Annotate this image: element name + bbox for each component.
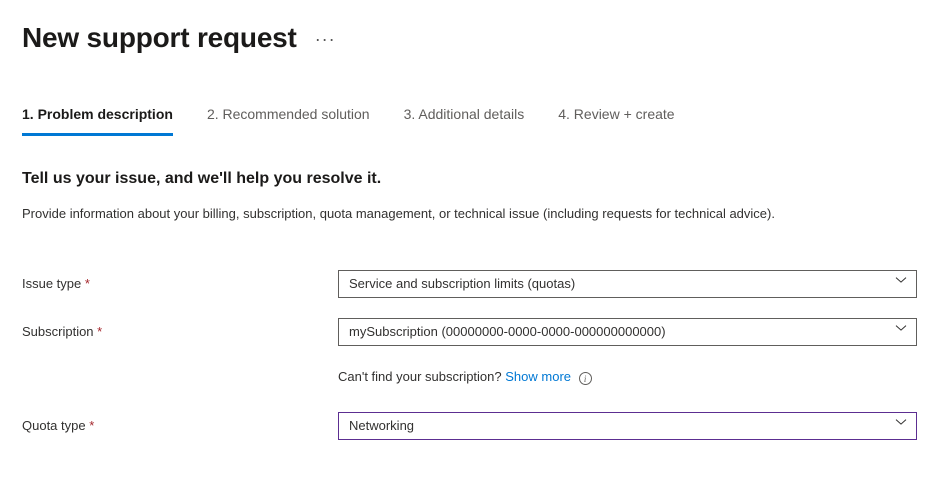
issue-type-value: Service and subscription limits (quotas)	[349, 275, 575, 293]
chevron-down-icon	[895, 321, 907, 339]
section-description: Provide information about your billing, …	[22, 204, 917, 224]
subscription-value: mySubscription (00000000-0000-0000-00000…	[349, 323, 666, 341]
more-actions-button[interactable]: ···	[315, 27, 336, 52]
subscription-hint: Can't find your subscription? Show more …	[338, 368, 917, 386]
tab-review-create[interactable]: 4. Review + create	[558, 105, 674, 136]
page-title: New support request	[22, 18, 297, 57]
section-heading: Tell us your issue, and we'll help you r…	[22, 168, 917, 190]
quota-type-label: Quota type *	[22, 412, 338, 435]
show-more-link[interactable]: Show more	[505, 369, 571, 384]
tab-bar: 1. Problem description 2. Recommended so…	[22, 105, 917, 136]
tab-recommended-solution[interactable]: 2. Recommended solution	[207, 105, 370, 136]
hint-text: Can't find your subscription?	[338, 369, 505, 384]
label-text: Subscription	[22, 324, 94, 339]
required-marker: *	[86, 418, 95, 433]
quota-type-value: Networking	[349, 417, 414, 435]
subscription-label: Subscription *	[22, 318, 338, 341]
required-marker: *	[94, 324, 103, 339]
issue-type-select[interactable]: Service and subscription limits (quotas)	[338, 270, 917, 298]
chevron-down-icon	[895, 415, 907, 433]
label-text: Quota type	[22, 418, 86, 433]
chevron-down-icon	[895, 273, 907, 291]
label-text: Issue type	[22, 276, 81, 291]
quota-type-select[interactable]: Networking	[338, 412, 917, 440]
tab-additional-details[interactable]: 3. Additional details	[404, 105, 525, 136]
info-icon[interactable]: i	[579, 372, 592, 385]
subscription-select[interactable]: mySubscription (00000000-0000-0000-00000…	[338, 318, 917, 346]
required-marker: *	[81, 276, 90, 291]
tab-problem-description[interactable]: 1. Problem description	[22, 105, 173, 136]
issue-type-label: Issue type *	[22, 270, 338, 293]
